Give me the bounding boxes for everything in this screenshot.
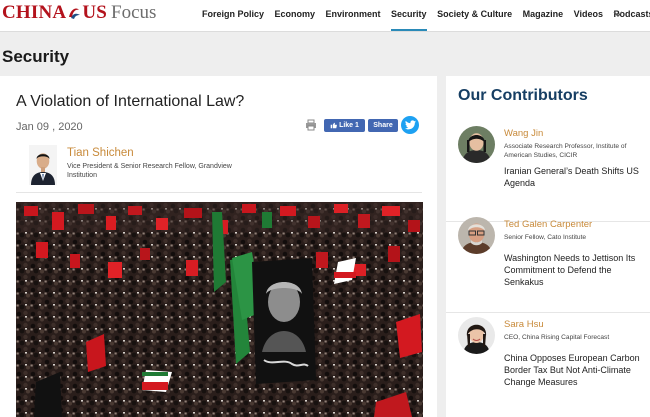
divider [16,192,422,193]
contributor-name[interactable]: Ted Galen Carpenter [504,219,592,230]
thumbs-up-icon [330,122,337,129]
logo-us-text: US [82,2,108,23]
contributor-name[interactable]: Wang Jin [504,128,543,139]
logo-swoosh-icon [69,8,81,19]
contributor-card: Wang Jin Associate Research Professor, I… [446,126,650,222]
contributor-portrait [458,217,495,254]
contributor-portrait [458,317,495,354]
article-headline: A Violation of International Law? [16,93,245,110]
facebook-share-button[interactable]: Share [368,119,398,132]
contributor-article-link[interactable]: Iranian General’s Death Shifts US Agenda [504,165,650,189]
contributor-title: CEO, China Rising Capital Forecast [504,334,610,341]
contributor-name[interactable]: Sara Hsu [504,319,544,330]
contributor-avatar[interactable] [458,317,495,354]
twitter-share-button[interactable] [401,116,419,134]
author-name[interactable]: Tian Shichen [67,147,134,159]
contributor-avatar[interactable] [458,217,495,254]
article-card: A Violation of International Law? Jan 09… [0,76,437,417]
site-logo[interactable]: CHINA US Focus [2,2,156,28]
like-label: Like 1 [339,122,359,129]
contributor-article-link[interactable]: China Opposes European Carbon Border Tax… [504,352,650,388]
logo-focus-text: Focus [111,2,157,23]
site-header: CHINA US Focus Foreign Policy Economy En… [0,0,650,32]
nav-magazine[interactable]: Magazine [523,0,564,31]
crowd-banner-photo [16,202,423,417]
nav-society-culture[interactable]: Society & Culture [437,0,512,31]
facebook-like-button[interactable]: Like 1 [324,119,365,132]
author-portrait [29,145,57,185]
nav-economy[interactable]: Economy [275,0,316,31]
contributors-panel: Our Contributors Wang Jin Associate Rese… [446,76,650,417]
contributor-title: Senior Fellow, Cato Institute [504,234,587,241]
article-date: Jan 09 , 2020 [16,121,83,133]
nav-videos[interactable]: Videos [574,0,603,31]
contributor-avatar[interactable] [458,126,495,163]
contributor-title: Associate Research Professor, Institute … [504,143,627,159]
twitter-icon [404,120,416,130]
nav-foreign-policy[interactable]: Foreign Policy [202,0,264,31]
contributor-card: Ted Galen Carpenter Senior Fellow, Cato … [446,217,650,313]
main-nav: Foreign Policy Economy Environment Secur… [202,0,650,31]
contributors-heading: Our Contributors [458,87,588,104]
nav-security[interactable]: Security [391,0,427,31]
nav-environment[interactable]: Environment [326,0,381,31]
author-avatar[interactable] [29,145,57,185]
chevron-down-icon[interactable] [612,8,624,20]
author-title: Vice President & Senior Research Fellow,… [67,163,232,179]
print-icon[interactable] [305,119,317,131]
page-title: Security [2,47,70,66]
contributor-article-link[interactable]: Washington Needs to Jettison Its Commitm… [504,252,650,288]
logo-china-text: CHINA [2,2,67,23]
article-hero-image [16,202,423,417]
contributor-card: Sara Hsu CEO, China Rising Capital Forec… [446,317,650,413]
contributor-portrait [458,126,495,163]
